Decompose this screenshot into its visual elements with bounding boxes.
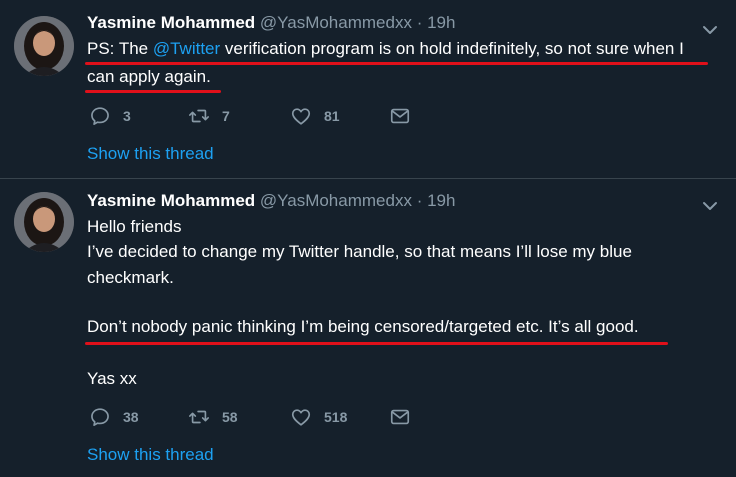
avatar-image: [14, 192, 74, 252]
reply-icon: [91, 107, 109, 125]
avatar-image: [14, 16, 74, 76]
tweet-actions: 38 58 518: [87, 405, 507, 429]
annotation-underline: [85, 90, 221, 93]
tweet-text-line: Don’t nobody panic thinking I’m being ce…: [87, 317, 639, 336]
retweet-count: 7: [222, 108, 230, 124]
reply-count: 3: [123, 108, 131, 124]
direct-message-button[interactable]: [389, 405, 423, 429]
direct-message-button[interactable]: [389, 104, 423, 128]
timestamp[interactable]: 19h: [427, 13, 455, 32]
avatar[interactable]: [14, 192, 74, 252]
tweet-actions: 3 7 81: [87, 104, 507, 128]
retweet-count: 58: [222, 409, 238, 425]
like-button[interactable]: 81: [290, 104, 340, 128]
reply-button[interactable]: 3: [89, 104, 131, 128]
show-thread-link[interactable]: Show this thread: [87, 445, 214, 465]
retweet-icon: [189, 109, 209, 123]
reply-icon: [91, 408, 109, 426]
tweet-header: Yasmine Mohammed @YasMohammedxx · 19h: [87, 190, 455, 212]
avatar[interactable]: [14, 16, 74, 76]
tweet-text-line: Hello friends: [87, 217, 182, 236]
like-count: 518: [324, 409, 348, 425]
like-icon: [291, 409, 311, 426]
mention-link[interactable]: @Twitter: [153, 39, 220, 58]
chevron-down-icon[interactable]: [700, 20, 720, 40]
tweet-header: Yasmine Mohammed @YasMohammedxx · 19h: [87, 12, 455, 34]
tweet-text: PS: The: [87, 39, 153, 58]
retweet-button[interactable]: 58: [188, 405, 238, 429]
tweet-text: verification program is on hold indefini…: [220, 39, 684, 58]
author-handle[interactable]: @YasMohammedxx: [260, 13, 412, 32]
separator: ·: [416, 191, 423, 210]
tweet-text-line: PS: The @Twitter verification program is…: [87, 36, 684, 62]
like-count: 81: [324, 108, 340, 124]
chevron-down-icon[interactable]: [700, 196, 720, 216]
like-button[interactable]: 518: [290, 405, 347, 429]
retweet-icon: [189, 410, 209, 424]
dm-icon: [390, 409, 410, 425]
author-name[interactable]: Yasmine Mohammed: [87, 191, 255, 210]
like-icon: [291, 108, 311, 125]
tweet-text-line: can apply again.: [87, 67, 211, 86]
tweet[interactable]: Yasmine Mohammed @YasMohammedxx · 19h He…: [0, 178, 736, 477]
author-handle[interactable]: @YasMohammedxx: [260, 191, 412, 210]
tweet[interactable]: Yasmine Mohammed @YasMohammedxx · 19h PS…: [0, 0, 736, 178]
dm-icon: [390, 108, 410, 124]
tweet-text-line: I’ve decided to change my Twitter handle…: [87, 242, 632, 261]
timestamp[interactable]: 19h: [427, 191, 455, 210]
show-thread-link[interactable]: Show this thread: [87, 144, 214, 164]
retweet-button[interactable]: 7: [188, 104, 230, 128]
separator: ·: [416, 13, 423, 32]
reply-count: 38: [123, 409, 139, 425]
author-name[interactable]: Yasmine Mohammed: [87, 13, 255, 32]
annotation-underline: [85, 342, 668, 345]
reply-button[interactable]: 38: [89, 405, 139, 429]
tweet-text-line: Yas xx: [87, 369, 137, 388]
tweet-text-line: checkmark.: [87, 268, 174, 287]
